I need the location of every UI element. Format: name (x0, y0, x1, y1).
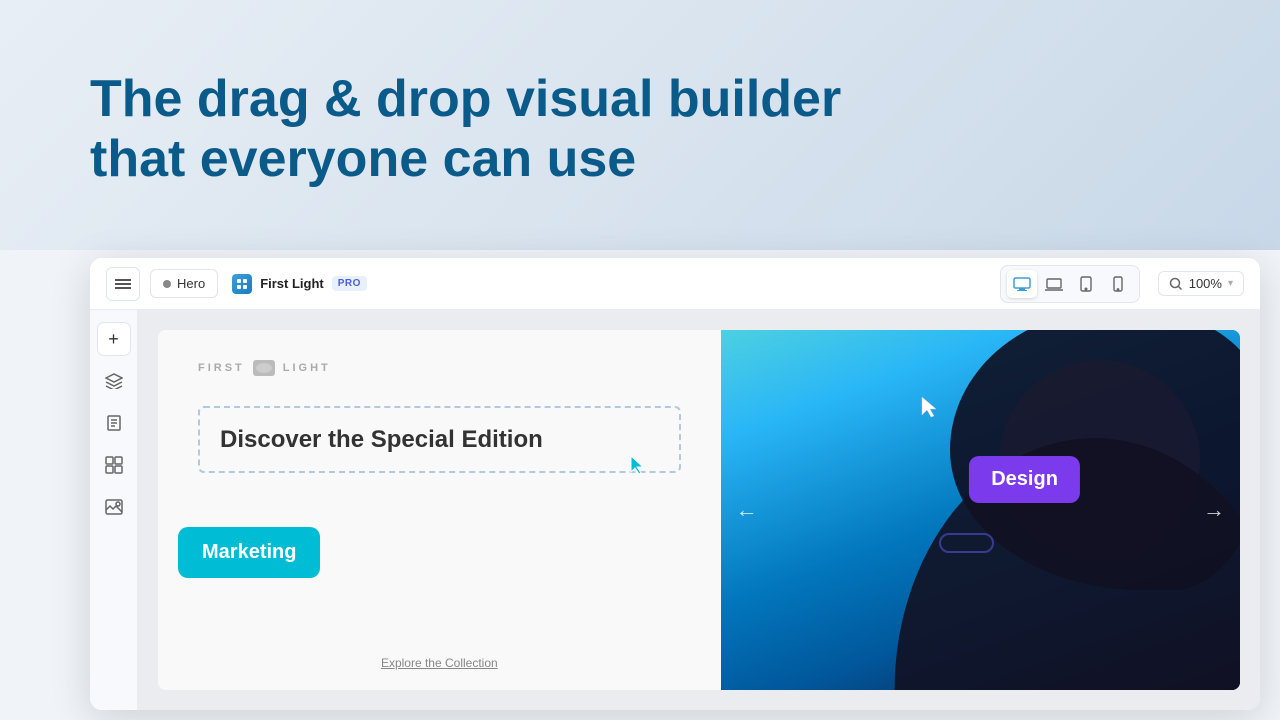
pro-badge: PRO (332, 276, 367, 291)
brand-logo: FIRST LIGHT (198, 360, 681, 376)
design-badge: Design (969, 456, 1080, 503)
project-icon (232, 274, 252, 294)
zoom-icon (1169, 277, 1183, 291)
hero-heading: The drag & drop visual builder that ever… (90, 70, 841, 190)
device-buttons (1000, 265, 1140, 303)
zoom-chevron: ▾ (1228, 278, 1233, 289)
device-btn-mobile[interactable] (1103, 270, 1133, 298)
heading-line1: The drag & drop visual builder (90, 70, 841, 128)
menu-button[interactable] (106, 267, 140, 301)
canvas-headline: Discover the Special Edition (220, 424, 659, 455)
left-sidebar: + (90, 310, 138, 710)
explore-link[interactable]: Explore the Collection (381, 656, 498, 670)
builder-window: Hero First Light PRO (90, 258, 1260, 710)
canvas-left-panel: FIRST LIGHT Discover the Special Edition (158, 330, 721, 690)
canvas-right-panel: Design ← → (721, 330, 1240, 690)
content-area: + (90, 310, 1260, 710)
tab-label: Hero (177, 276, 205, 291)
brand-text-light: LIGHT (283, 362, 331, 374)
sidebar-btn-pages[interactable] (97, 406, 131, 440)
sidebar-btn-layers[interactable] (97, 364, 131, 398)
heading-line2: that everyone can use (90, 130, 636, 188)
toolbar: Hero First Light PRO (90, 258, 1260, 310)
sidebar-btn-media[interactable] (97, 490, 131, 524)
canvas-area: FIRST LIGHT Discover the Special Edition (138, 310, 1260, 710)
tab-hero[interactable]: Hero (150, 269, 218, 298)
arrow-left[interactable]: ← (736, 497, 758, 523)
blocks-icon (105, 456, 123, 474)
arrow-right[interactable]: → (1203, 497, 1225, 523)
brand-logo-icon (253, 360, 275, 376)
pages-icon (106, 414, 122, 432)
device-btn-laptop[interactable] (1039, 270, 1069, 298)
project-name-container: First Light PRO (232, 274, 367, 294)
tab-dot (163, 280, 171, 288)
cursor-teal-inline (627, 454, 649, 481)
hamburger-icon (115, 277, 131, 291)
media-icon (105, 499, 123, 515)
cursor-purple-container (918, 395, 944, 426)
zoom-value: 100% (1189, 276, 1222, 291)
canvas-frame: FIRST LIGHT Discover the Special Edition (158, 330, 1240, 690)
zoom-control[interactable]: 100% ▾ (1158, 271, 1244, 296)
project-name-text: First Light (260, 276, 324, 291)
sidebar-btn-blocks[interactable] (97, 448, 131, 482)
cursor-white-icon (918, 395, 944, 421)
glasses-detail (939, 533, 994, 553)
sidebar-btn-add[interactable]: + (97, 322, 131, 356)
headline-box[interactable]: Discover the Special Edition (198, 406, 681, 473)
brand-text-first: FIRST (198, 362, 245, 374)
add-icon: + (108, 329, 119, 350)
device-btn-desktop[interactable] (1007, 270, 1037, 298)
device-btn-tablet[interactable] (1071, 270, 1101, 298)
layers-icon (105, 373, 123, 389)
marketing-badge: Marketing (178, 527, 320, 578)
